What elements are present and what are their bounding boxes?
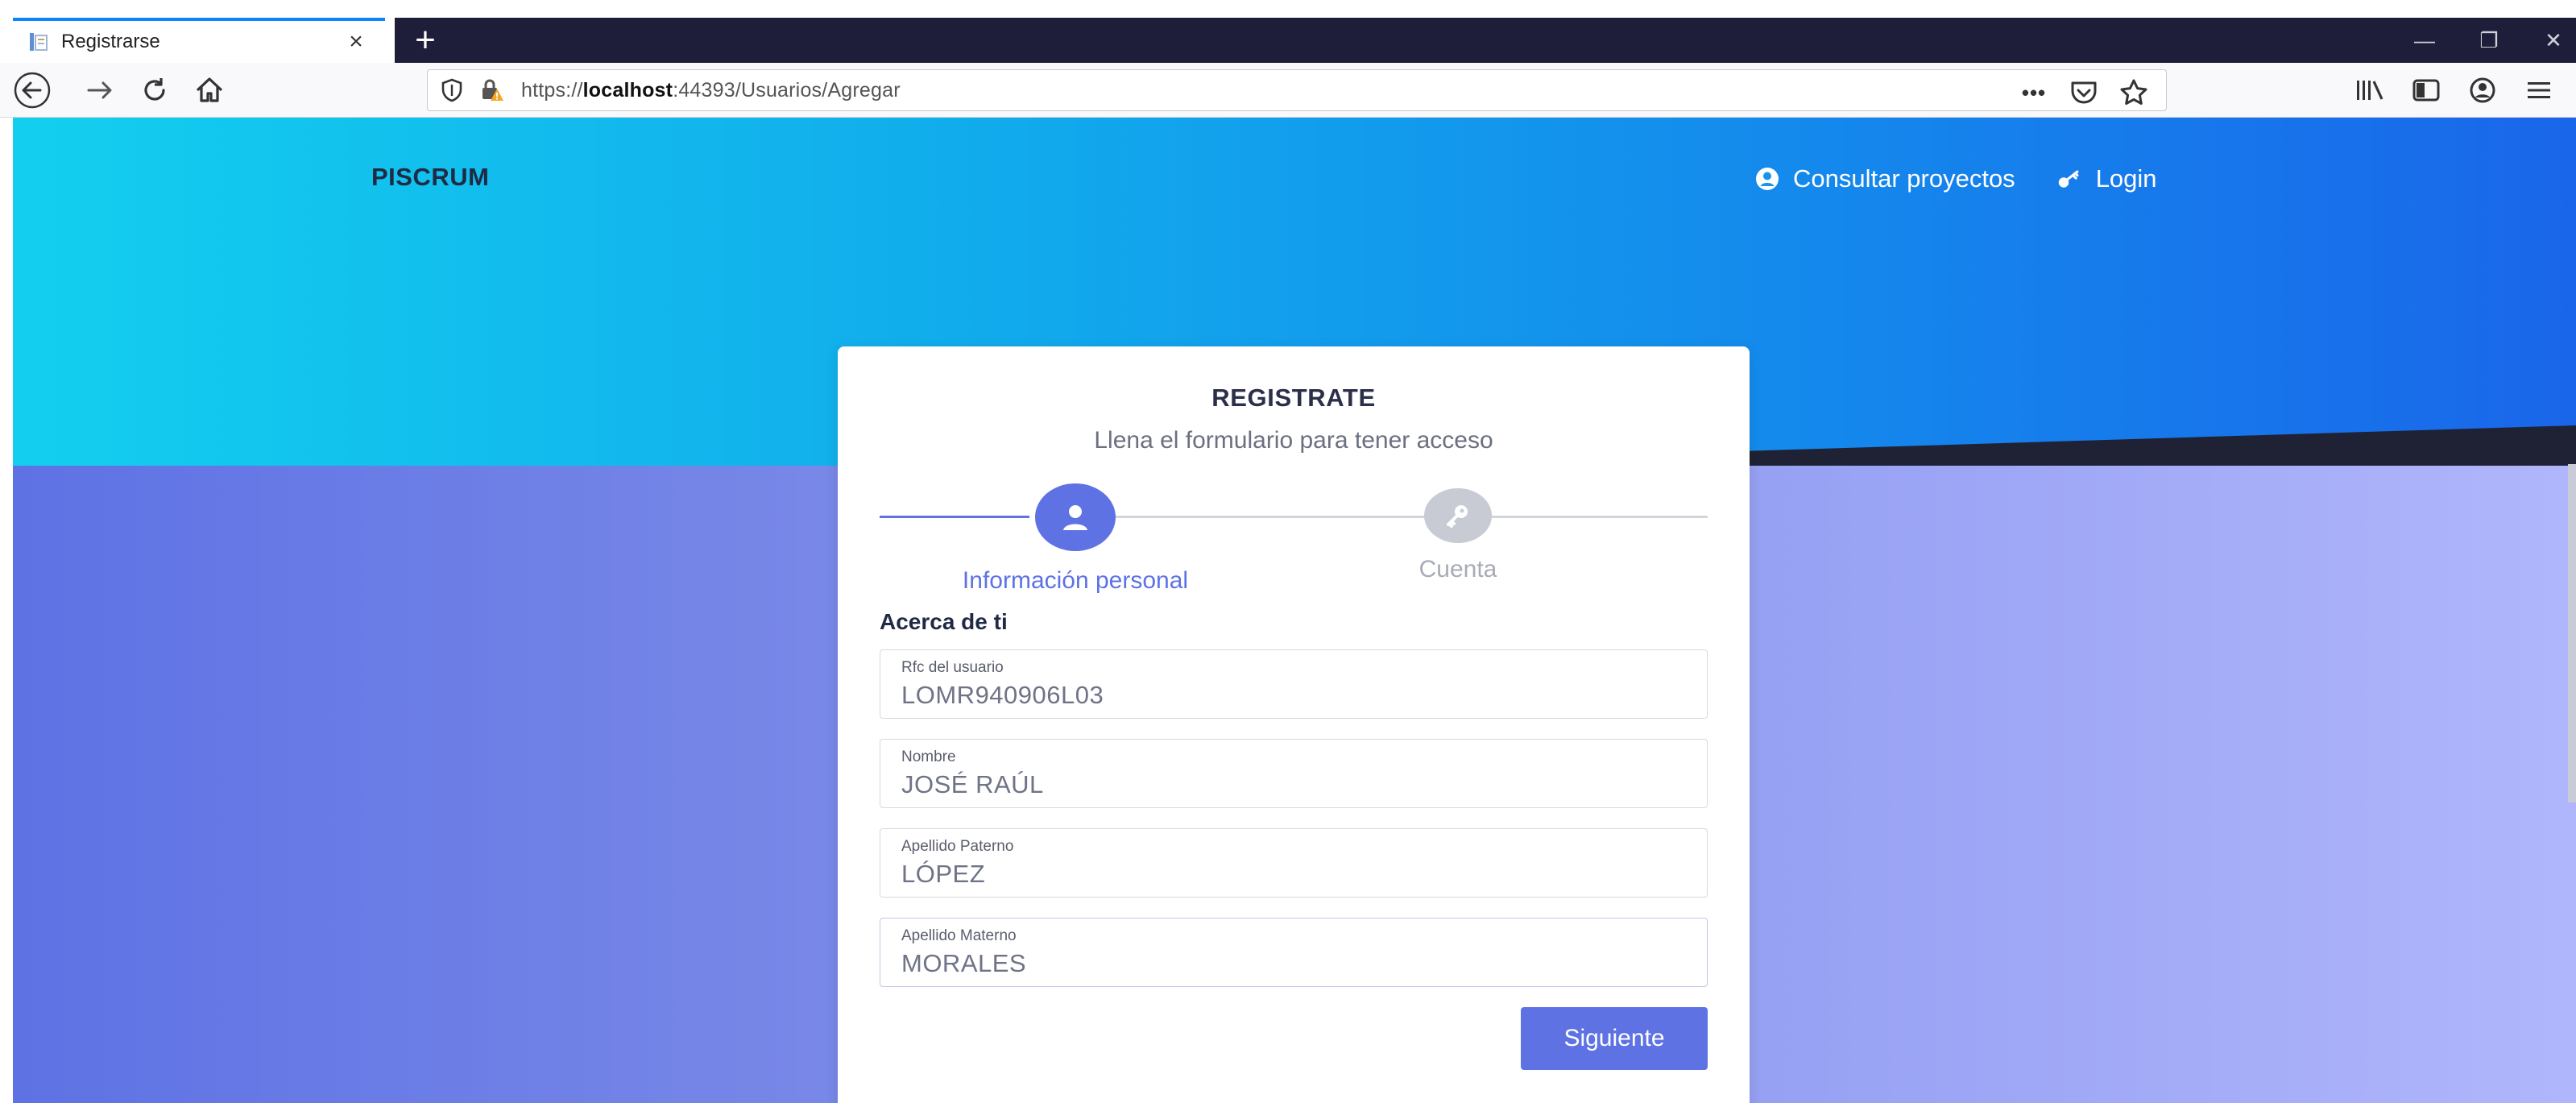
shield-icon[interactable]: [436, 74, 468, 106]
url-scheme: https://: [521, 78, 583, 102]
document-icon: [27, 31, 50, 53]
restore-button[interactable]: ❐: [2465, 18, 2513, 63]
user-circle-icon: [1754, 166, 1780, 192]
back-arrow-icon: [14, 72, 51, 109]
nav-link-consultar-proyectos[interactable]: Consultar proyectos: [1754, 164, 2015, 193]
forward-button[interactable]: [81, 71, 119, 110]
nav-link-label: Consultar proyectos: [1793, 164, 2015, 193]
field-label: Apellido Materno: [901, 927, 1017, 944]
nav-link-login[interactable]: Login: [2057, 164, 2157, 193]
rfc-input[interactable]: [901, 681, 1686, 710]
key-icon: [1424, 488, 1492, 543]
form-stepper: Información personal Cuenta: [880, 483, 1708, 594]
step-cuenta[interactable]: Cuenta: [1377, 483, 1539, 583]
card-subtitle: Llena el formulario para tener acceso: [1094, 427, 1493, 454]
rfc-field[interactable]: Rfc del usuario: [880, 649, 1708, 719]
nav-link-label: Login: [2095, 164, 2157, 193]
new-tab-button[interactable]: +: [403, 18, 448, 63]
nombre-field[interactable]: Nombre: [880, 739, 1708, 808]
apellido-paterno-input[interactable]: [901, 860, 1686, 889]
field-label: Nombre: [901, 748, 956, 765]
key-icon: [2057, 166, 2083, 192]
apellido-materno-field[interactable]: Apellido Materno: [880, 918, 1708, 987]
registration-card: REGISTRATE Llena el formulario para tene…: [838, 346, 1750, 1103]
url-host: localhost: [582, 78, 673, 102]
close-window-button[interactable]: ✕: [2529, 18, 2576, 63]
nombre-input[interactable]: [901, 770, 1686, 799]
home-button[interactable]: [190, 71, 229, 110]
section-title: Acerca de ti: [880, 609, 1008, 634]
lock-warning-icon[interactable]: [476, 74, 508, 106]
tab-title: Registrarse: [61, 31, 160, 52]
url-text[interactable]: https://localhost:44393/Usuarios/Agregar: [521, 79, 901, 102]
minimize-button[interactable]: —: [2400, 18, 2449, 63]
card-title: REGISTRATE: [1211, 384, 1376, 412]
page-content: PISCRUM Consultar proyectos Login REGIST…: [13, 118, 2576, 1103]
close-icon[interactable]: ×: [342, 28, 371, 56]
page-actions-button[interactable]: •••: [2015, 73, 2053, 112]
library-icon[interactable]: [2350, 71, 2389, 110]
reload-icon: [144, 78, 165, 101]
address-bar[interactable]: https://localhost:44393/Usuarios/Agregar…: [427, 69, 2167, 111]
back-button[interactable]: [13, 71, 52, 110]
top-navigation: Consultar proyectos Login: [1754, 164, 2157, 193]
tab-strip: [395, 18, 2576, 63]
browser-tab-active[interactable]: Registrarse ×: [13, 18, 385, 63]
siguiente-button[interactable]: Siguiente: [1521, 1007, 1708, 1070]
step-label: Información personal: [962, 567, 1189, 594]
navigation-toolbar: https://localhost:44393/Usuarios/Agregar…: [0, 63, 2576, 118]
url-path: :44393/Usuarios/Agregar: [673, 78, 901, 102]
user-icon: [1035, 483, 1116, 551]
sidebar-icon[interactable]: [2407, 71, 2446, 110]
forward-arrow-icon: [87, 81, 112, 99]
apellido-materno-input[interactable]: [901, 949, 1686, 978]
scrollbar[interactable]: [2568, 464, 2576, 802]
home-icon: [196, 77, 223, 102]
pocket-icon[interactable]: [2065, 73, 2103, 112]
field-label: Rfc del usuario: [901, 659, 1004, 676]
apellido-paterno-field[interactable]: Apellido Paterno: [880, 828, 1708, 898]
bookmark-star-icon[interactable]: [2114, 73, 2153, 112]
step-informacion-personal[interactable]: Información personal: [941, 483, 1210, 595]
account-icon[interactable]: [2463, 71, 2502, 110]
brand-logo-text[interactable]: PISCRUM: [371, 163, 489, 192]
browser-window: Registrarse × + — ❐ ✕ https://localhost:…: [0, 0, 2576, 1103]
step-label: Cuenta: [1418, 556, 1497, 583]
reload-button[interactable]: [135, 71, 174, 110]
field-label: Apellido Paterno: [901, 838, 1014, 855]
menu-icon[interactable]: [2520, 71, 2558, 110]
